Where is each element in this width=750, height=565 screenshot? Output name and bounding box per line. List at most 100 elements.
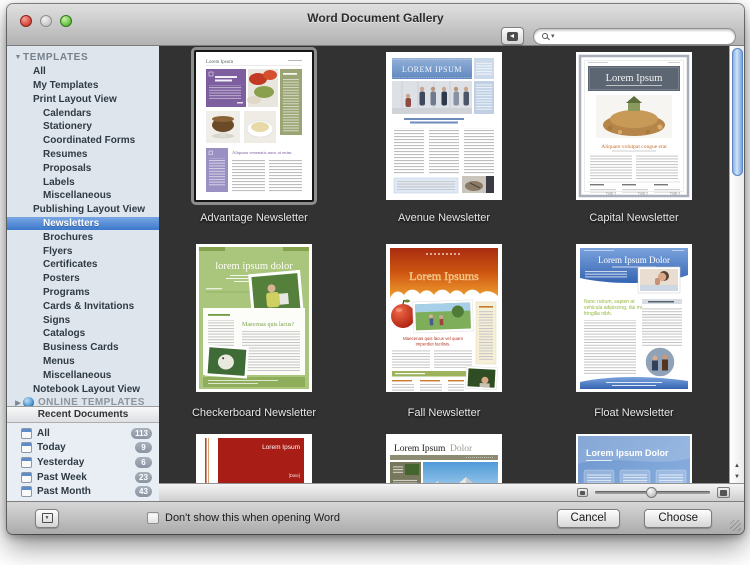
cancel-button[interactable]: Cancel bbox=[557, 509, 621, 528]
hide-gallery-button[interactable] bbox=[501, 27, 524, 45]
small-thumbnails-icon[interactable] bbox=[577, 488, 588, 497]
template-name: Capital Newsletter bbox=[539, 212, 729, 224]
sidebar-item-business-cards[interactable]: Business Cards bbox=[7, 341, 159, 355]
recent-item-past-month[interactable]: Past Month43 bbox=[7, 484, 159, 499]
sidebar-section-templates[interactable]: ▼ TEMPLATES bbox=[7, 51, 159, 65]
window-chrome: Word Document Gallery ▾ bbox=[7, 4, 744, 46]
recent-item-all[interactable]: All113 bbox=[7, 426, 159, 441]
disclosure-triangle-icon[interactable]: ▼ bbox=[13, 54, 23, 61]
sidebar-item-menus[interactable]: Menus bbox=[7, 355, 159, 369]
sidebar-item-cards-invitations[interactable]: Cards & Invitations bbox=[7, 299, 159, 313]
sidebar-item-resumes[interactable]: Resumes bbox=[7, 148, 159, 162]
svg-text:Lorem Ipsum: Lorem Ipsum bbox=[206, 60, 233, 65]
template-card-row3-3[interactable]: Lorem Ipsum Dolor bbox=[576, 434, 692, 483]
svg-text:Page 2: Page 2 bbox=[638, 192, 648, 196]
sidebar-item-posters[interactable]: Posters bbox=[7, 272, 159, 286]
large-thumbnails-icon[interactable] bbox=[717, 487, 730, 498]
svg-text:Lorem Ipsum: Lorem Ipsum bbox=[606, 73, 663, 84]
recent-item-today[interactable]: Today9 bbox=[7, 441, 159, 456]
sidebar-item-online-templates[interactable]: ▶ ONLINE TEMPLATES bbox=[7, 396, 159, 406]
choose-button[interactable]: Choose bbox=[644, 509, 712, 528]
sidebar-item-label: Certificates bbox=[43, 259, 97, 270]
pane-options-icon: ▼ bbox=[42, 513, 53, 523]
sidebar-item-label: Programs bbox=[43, 287, 90, 298]
window-title: Word Document Gallery bbox=[7, 11, 744, 25]
template-card-row3-1[interactable]: Lorem Ipsum [Date] bbox=[196, 434, 312, 483]
sidebar-item-label: Publishing Layout View bbox=[33, 204, 145, 215]
template-card-avenue-newsletter[interactable]: LOREM IPSUM bbox=[386, 52, 502, 200]
document-calendar-icon bbox=[21, 472, 32, 483]
template-cell: Lorem Ipsum Dolor bbox=[349, 432, 539, 483]
sidebar-item-signs[interactable]: Signs bbox=[7, 313, 159, 327]
template-cell: Lorem Ipsum Dolor bbox=[539, 432, 729, 483]
recent-documents-list: All113Today9Yesterday6Past Week23Past Mo… bbox=[7, 423, 159, 501]
sidebar-item-programs[interactable]: Programs bbox=[7, 286, 159, 300]
sidebar-item-calendars[interactable]: Calendars bbox=[7, 106, 159, 120]
template-card-fall-newsletter[interactable]: Lorem Ipsums bbox=[386, 244, 502, 392]
template-cell: LOREM IPSUM bbox=[349, 46, 539, 242]
thumbnail-size-slider-knob[interactable] bbox=[646, 487, 657, 498]
sidebar-item-label: Brochures bbox=[43, 232, 93, 243]
scroll-up-arrow[interactable]: ▲ bbox=[730, 461, 744, 472]
templates-header-label: TEMPLATES bbox=[23, 52, 88, 63]
resize-grip[interactable] bbox=[730, 520, 741, 531]
sidebar-item-miscellaneous-1[interactable]: Miscellaneous bbox=[7, 368, 159, 382]
sidebar-item-label: Print Layout View bbox=[33, 94, 117, 105]
sidebar-item-label: Cards & Invitations bbox=[43, 301, 134, 312]
sidebar-item-label: Stationery bbox=[43, 121, 92, 132]
svg-text:Lorem Ipsum: Lorem Ipsum bbox=[262, 444, 300, 451]
vertical-scrollbar-thumb[interactable] bbox=[732, 48, 743, 176]
titlebar[interactable]: Word Document Gallery bbox=[7, 4, 744, 26]
sidebar-item-print-layout-view[interactable]: Print Layout View bbox=[7, 92, 159, 106]
sidebar-item-brochures[interactable]: Brochures bbox=[7, 230, 159, 244]
sidebar-item-coordinated-forms[interactable]: Coordinated Forms bbox=[7, 134, 159, 148]
disclosure-triangle-icon[interactable]: ▶ bbox=[13, 399, 23, 406]
sidebar-item-label: Menus bbox=[43, 356, 75, 367]
template-card-capital-newsletter[interactable]: Lorem Ipsum Aliquam volutpat congue erat bbox=[576, 52, 692, 200]
sidebar-item-label: ONLINE TEMPLATES bbox=[38, 397, 145, 406]
template-cell: Lorem Ipsum bbox=[159, 46, 349, 242]
scroll-down-arrow[interactable]: ▼ bbox=[730, 472, 744, 483]
pane-options-button[interactable]: ▼ bbox=[35, 509, 59, 528]
sidebar-item-label: Calendars bbox=[43, 108, 91, 119]
template-card-checkerboard-newsletter[interactable]: lorem ipsum dolor bbox=[196, 244, 312, 392]
svg-text:LOREM IPSUM: LOREM IPSUM bbox=[402, 65, 462, 74]
sidebar-item-labels[interactable]: Labels bbox=[7, 175, 159, 189]
sidebar-item-my-templates[interactable]: My Templates bbox=[7, 79, 159, 93]
recent-item-past-week[interactable]: Past Week23 bbox=[7, 470, 159, 485]
sidebar-item-certificates[interactable]: Certificates bbox=[7, 258, 159, 272]
svg-text:Lorem Ipsum: Lorem Ipsum bbox=[394, 444, 446, 454]
sidebar-item-all[interactable]: All bbox=[7, 65, 159, 79]
gallery-status-bar bbox=[159, 483, 744, 501]
vertical-scrollbar[interactable]: ▲ ▼ bbox=[729, 46, 744, 483]
sidebar-item-publishing-layout-view[interactable]: Publishing Layout View bbox=[7, 203, 159, 217]
search-menu-arrow-icon[interactable]: ▾ bbox=[551, 33, 555, 40]
recent-item-yesterday[interactable]: Yesterday6 bbox=[7, 455, 159, 470]
gallery-main: Lorem Ipsum bbox=[159, 46, 744, 501]
sidebar-item-label: Notebook Layout View bbox=[33, 384, 140, 395]
sidebar-item-stationery[interactable]: Stationery bbox=[7, 120, 159, 134]
search-field[interactable]: ▾ bbox=[533, 28, 736, 45]
svg-text:Aliquam volutpat congue erat: Aliquam volutpat congue erat bbox=[601, 144, 667, 150]
svg-text:lorem ipsum dolor: lorem ipsum dolor bbox=[215, 261, 293, 272]
dont-show-checkbox[interactable] bbox=[147, 512, 159, 524]
thumbnail-size-slider[interactable] bbox=[595, 491, 710, 494]
sidebar-item-catalogs[interactable]: Catalogs bbox=[7, 327, 159, 341]
sidebar-item-notebook-layout-view[interactable]: Notebook Layout View bbox=[7, 382, 159, 396]
sidebar-item-flyers[interactable]: Flyers bbox=[7, 244, 159, 258]
toolbar: ▾ bbox=[7, 26, 744, 46]
template-card-advantage-newsletter[interactable]: Lorem Ipsum bbox=[196, 52, 312, 200]
svg-text:Maecenas quis lacus vel quam: Maecenas quis lacus vel quam bbox=[403, 336, 463, 341]
sidebar-item-miscellaneous[interactable]: Miscellaneous bbox=[7, 189, 159, 203]
template-card-float-newsletter[interactable]: Lorem Ipsum Dolor Nunc rutrum, sapien at bbox=[576, 244, 692, 392]
template-card-row3-2[interactable]: Lorem Ipsum Dolor bbox=[386, 434, 502, 483]
svg-text:fringilla nibh.: fringilla nibh. bbox=[584, 311, 612, 317]
sidebar-item-label: My Templates bbox=[33, 80, 98, 91]
svg-text:Lorem Ipsum Dolor: Lorem Ipsum Dolor bbox=[598, 255, 670, 265]
svg-text:Dolor: Dolor bbox=[450, 444, 473, 454]
search-input[interactable] bbox=[558, 29, 727, 43]
sidebar-item-proposals[interactable]: Proposals bbox=[7, 161, 159, 175]
sidebar-item-label: Flyers bbox=[43, 246, 72, 257]
sidebar-item-label: All bbox=[33, 66, 46, 77]
sidebar-item-newsletters[interactable]: Newsletters bbox=[7, 217, 159, 231]
